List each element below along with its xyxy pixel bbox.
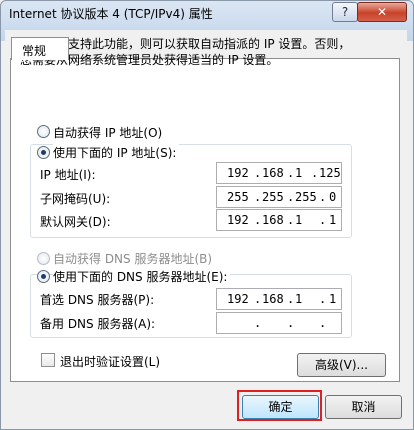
auto-dns-label[interactable]: 自动获得 DNS 服务器地址(B) — [53, 250, 212, 267]
manual-dns-radio[interactable] — [37, 270, 50, 283]
ip-address-input[interactable]: 192 . 168 .1 . 125 — [216, 162, 342, 184]
ip-octet-3: 1 — [295, 166, 303, 180]
auto-dns-radio[interactable] — [37, 252, 50, 265]
description-text: 如果网络支持此功能，则可以获取自动指派的 IP 设置。否则， 您需要从网络系统管… — [20, 36, 350, 68]
manual-ip-label[interactable]: 使用下面的 IP 地址(S): — [53, 144, 180, 161]
dns1-octet-2: 168 — [262, 292, 284, 306]
description-line-2: 您需要从网络系统管理员处获得适当的 IP 设置。 — [20, 53, 279, 67]
ok-button-highlight — [237, 390, 322, 421]
ip-octet-1: 192 — [227, 166, 249, 180]
close-button[interactable]: ✕ — [357, 2, 407, 22]
ip-octet-2: 168 — [262, 166, 284, 180]
subnet-mask-input[interactable]: 255 . 255 . 255 .0 — [216, 186, 342, 208]
auto-ip-label[interactable]: 自动获得 IP 地址(O) — [53, 124, 162, 141]
gateway-octet-2: 168 — [262, 213, 284, 227]
subnet-mask-label: 子网掩码(U): — [40, 192, 111, 206]
cancel-button[interactable]: 取消 — [325, 395, 402, 419]
manual-ip-radio[interactable] — [37, 146, 50, 159]
gateway-octet-1: 192 — [227, 213, 249, 227]
description-line-1: 如果网络支持此功能，则可以获取自动指派的 IP 设置。否则， — [20, 37, 351, 51]
tab-general[interactable]: 常规 — [11, 37, 69, 60]
gateway-octet-4: 1 — [329, 213, 337, 227]
dns1-octet-1: 192 — [227, 292, 249, 306]
help-button[interactable]: ? — [332, 2, 358, 22]
preferred-dns-input[interactable]: 192 . 168 .1 .1 — [216, 288, 342, 310]
dns1-octet-3: 1 — [295, 292, 303, 306]
ip-address-label: IP 地址(I): — [40, 168, 96, 182]
advanced-button[interactable]: 高级(V)... — [297, 353, 386, 377]
manual-dns-label[interactable]: 使用下面的 DNS 服务器地址(E): — [53, 268, 231, 285]
default-gateway-input[interactable]: 192 . 168 .1 .1 — [216, 209, 342, 231]
mask-octet-2: 255 — [262, 190, 284, 204]
gateway-octet-3: 1 — [295, 213, 303, 227]
title-bar[interactable]: Internet 协议版本 4 (TCP/IPv4) 属性 ? ✕ — [1, 1, 413, 27]
default-gateway-label: 默认网关(D): — [40, 215, 111, 229]
preferred-dns-label: 首选 DNS 服务器(P): — [40, 293, 155, 307]
tab-general-label: 常规 — [22, 44, 47, 58]
mask-octet-1: 255 — [227, 190, 249, 204]
alternate-dns-input[interactable]: ... — [216, 312, 342, 334]
ip-octet-4: 125 — [319, 166, 341, 180]
mask-octet-3: 255 — [295, 190, 317, 204]
auto-ip-radio[interactable] — [37, 125, 50, 138]
dns1-octet-4: 1 — [329, 292, 337, 306]
alternate-dns-label: 备用 DNS 服务器(A): — [40, 317, 156, 331]
validate-checkbox[interactable] — [41, 353, 55, 367]
mask-octet-4: 0 — [329, 190, 337, 204]
window-title: Internet 协议版本 4 (TCP/IPv4) 属性 — [9, 7, 213, 21]
validate-label[interactable]: 退出时验证设置(L) — [60, 353, 160, 370]
